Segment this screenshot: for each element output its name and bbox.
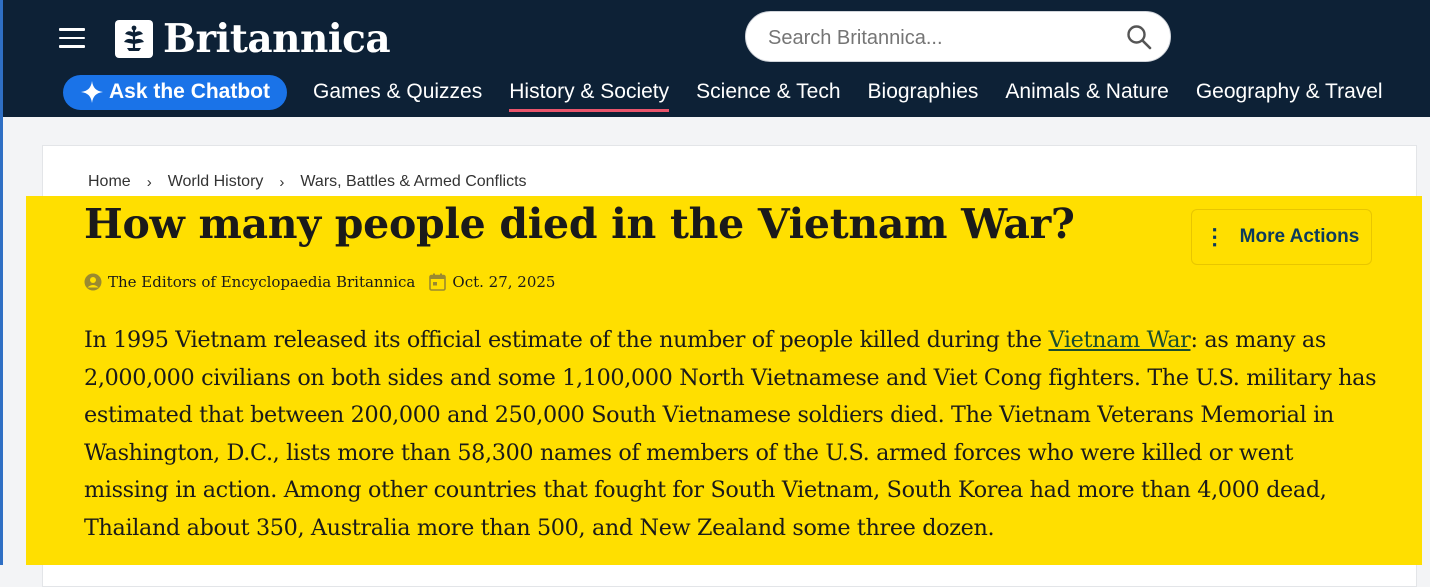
sparkle-icon bbox=[81, 81, 103, 103]
article-meta: The Editors of Encyclopaedia Britannica … bbox=[84, 273, 555, 291]
article-body: In 1995 Vietnam released its official es… bbox=[84, 322, 1384, 548]
search-icon[interactable] bbox=[1126, 24, 1152, 50]
article-title: How many people died in the Vietnam War? bbox=[84, 200, 1075, 248]
breadcrumb-home[interactable]: Home bbox=[88, 173, 131, 191]
search-box bbox=[745, 11, 1171, 62]
chevron-right-icon: › bbox=[146, 173, 152, 191]
main-nav: Ask the Chatbot Games & Quizzes History … bbox=[63, 74, 1410, 112]
nav-history-society[interactable]: History & Society bbox=[509, 80, 669, 112]
search-input[interactable] bbox=[766, 22, 1110, 54]
nav-geography-travel[interactable]: Geography & Travel bbox=[1196, 80, 1383, 104]
britannica-thistle-icon bbox=[115, 20, 153, 58]
nav-games-quizzes[interactable]: Games & Quizzes bbox=[313, 80, 482, 104]
breadcrumb-wars-battles[interactable]: Wars, Battles & Armed Conflicts bbox=[300, 173, 526, 191]
author-link[interactable]: The Editors of Encyclopaedia Britannica bbox=[108, 273, 415, 291]
more-actions-label: More Actions bbox=[1239, 226, 1360, 247]
britannica-logo[interactable]: Britannica bbox=[115, 16, 391, 62]
chevron-right-icon: › bbox=[279, 173, 285, 191]
calendar-icon bbox=[429, 273, 447, 291]
ask-chatbot-button[interactable]: Ask the Chatbot bbox=[63, 74, 288, 110]
publish-date: Oct. 27, 2025 bbox=[452, 273, 556, 291]
logo-wordmark: Britannica bbox=[163, 16, 391, 62]
ask-chatbot-label: Ask the Chatbot bbox=[109, 80, 271, 103]
hamburger-menu-icon[interactable] bbox=[59, 28, 85, 48]
nav-science-tech[interactable]: Science & Tech bbox=[696, 80, 840, 104]
nav-animals-nature[interactable]: Animals & Nature bbox=[1005, 80, 1168, 104]
more-vertical-icon: ⋮ bbox=[1203, 224, 1226, 249]
nav-biographies[interactable]: Biographies bbox=[868, 80, 979, 104]
more-actions-button[interactable]: ⋮ More Actions bbox=[1191, 209, 1372, 265]
user-circle-icon bbox=[84, 273, 102, 291]
body-text-after-link: : as many as 2,000,000 civilians on both… bbox=[84, 327, 1377, 541]
vietnam-war-link[interactable]: Vietnam War bbox=[1049, 327, 1191, 353]
breadcrumb: Home › World History › Wars, Battles & A… bbox=[88, 173, 527, 191]
breadcrumb-world-history[interactable]: World History bbox=[168, 173, 264, 191]
site-header: Britannica Ask the Chatbot Games & Quizz… bbox=[3, 0, 1430, 117]
body-text-before-link: In 1995 Vietnam released its official es… bbox=[84, 327, 1049, 353]
